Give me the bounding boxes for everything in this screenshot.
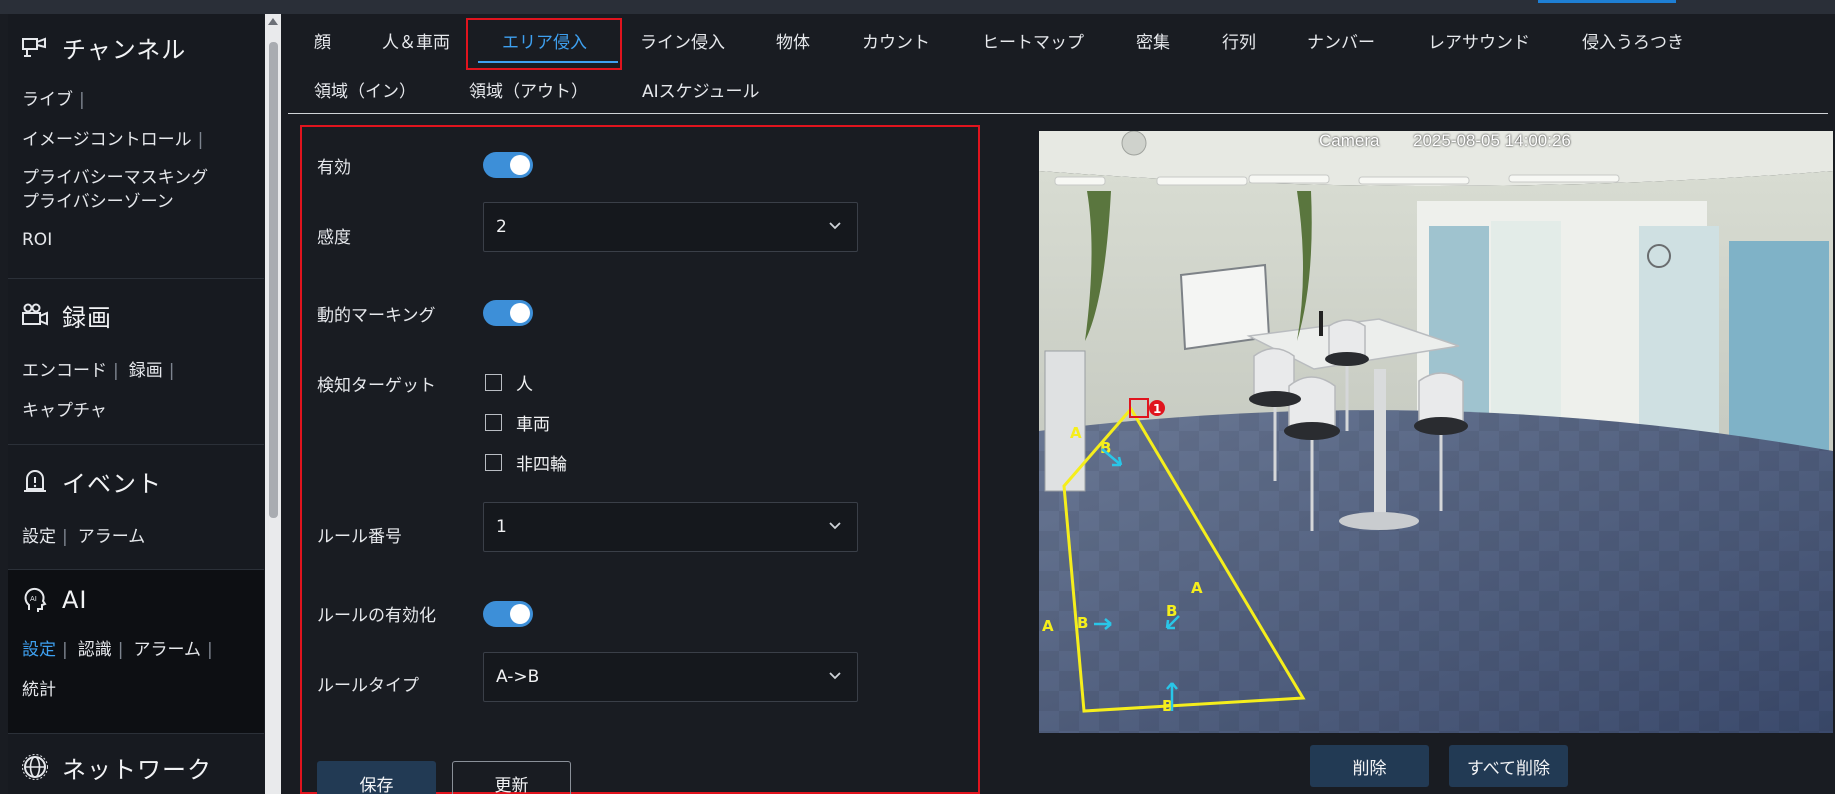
sidebar-item-privacy-zone[interactable]: プライバシーゾーン [22, 190, 174, 214]
checkbox-box[interactable] [485, 454, 502, 471]
target-non-motor-label: 非四輪 [516, 455, 567, 475]
save-button[interactable]: 保存 [317, 761, 436, 794]
camera-preview[interactable]: 1 A B A B A B B Camera 2025-08-05 14:00:… [1039, 131, 1833, 733]
tab-region-out[interactable]: 領域（アウト） [469, 77, 588, 102]
sensitivity-select[interactable]: 2 [483, 202, 858, 252]
tab-bar: 顔 人＆車両 エリア侵入 ライン侵入 物体 カウント ヒートマップ 密集 行列 … [288, 14, 1828, 114]
sidebar-item-image-control[interactable]: イメージコントロール [22, 120, 192, 160]
sidebar-item-ai-statistics[interactable]: 統計 [22, 670, 56, 710]
sidebar-item-live[interactable]: ライブ [22, 80, 73, 120]
target-vehicle-label: 車両 [516, 415, 550, 435]
svg-text:AI: AI [30, 595, 37, 603]
tab-region-in[interactable]: 領域（イン） [314, 77, 416, 102]
rule-enable-toggle[interactable] [483, 601, 533, 627]
target-person-checkbox[interactable]: 人 [485, 370, 533, 395]
tab-intrusion-loitering[interactable]: 侵入うろつき [1582, 28, 1684, 53]
side-a-label: A [1070, 424, 1082, 442]
video-camera-icon [20, 300, 50, 330]
chevron-down-icon [827, 517, 843, 537]
target-vehicle-checkbox[interactable]: 車両 [485, 410, 550, 435]
checkbox-box[interactable] [485, 414, 502, 431]
side-b-label: B [1077, 614, 1088, 632]
sidebar-item-event-settings[interactable]: 設定 [22, 517, 56, 557]
top-accent [1538, 0, 1676, 3]
scroll-up-arrow-icon[interactable] [268, 18, 278, 25]
tab-queue[interactable]: 行列 [1222, 28, 1256, 53]
sidebar-item-event-alarm[interactable]: アラーム [78, 517, 146, 557]
sidebar-section-channel: チャンネル ライブ | イメージコントロール | プライバシーマスキングプライバシー… [8, 14, 264, 279]
sidebar-section-ai: AI AI 設定 | 認識 | アラーム | 統計 [8, 570, 264, 734]
tab-face[interactable]: 顔 [314, 28, 331, 53]
rule-number-select[interactable]: 1 [483, 502, 858, 552]
sidebar-item-encode[interactable]: エンコード [22, 351, 107, 391]
delete-all-button[interactable]: すべて削除 [1449, 745, 1568, 787]
target-person-label: 人 [516, 375, 533, 395]
camera-scene: 1 A B A B A B B [1039, 131, 1833, 733]
enable-toggle[interactable] [483, 152, 533, 178]
side-a-label: A [1042, 617, 1054, 635]
side-a-label: A [1191, 579, 1203, 597]
sidebar: チャンネル ライブ | イメージコントロール | プライバシーマスキングプライバシー… [8, 14, 264, 794]
chevron-down-icon [827, 217, 843, 237]
sidebar-section-network: ネットワーク [8, 734, 264, 794]
refresh-button[interactable]: 更新 [452, 761, 571, 794]
main-panel: 顔 人＆車両 エリア侵入 ライン侵入 物体 カウント ヒートマップ 密集 行列 … [288, 14, 1835, 794]
detection-target-label: 検知ターゲット [317, 376, 436, 396]
alarm-light-icon [20, 466, 50, 496]
tab-rare-sound[interactable]: レアサウンド [1428, 28, 1530, 53]
sidebar-ai-title: AI [62, 586, 88, 614]
target-non-motor-checkbox[interactable]: 非四輪 [485, 450, 567, 475]
sensitivity-label: 感度 [317, 228, 351, 248]
sidebar-channel-title: チャンネル [62, 35, 187, 64]
tab-line-intrusion[interactable]: ライン侵入 [640, 28, 725, 53]
osd-timestamp: 2025-08-05 14:00:26 [1413, 131, 1571, 150]
dynamic-marking-label: 動的マーキング [317, 306, 436, 326]
sidebar-item-capture[interactable]: キャプチャ [22, 391, 107, 431]
sensitivity-value: 2 [496, 217, 507, 237]
sidebar-item-roi[interactable]: ROI [22, 220, 52, 260]
sidebar-item-privacy-masking[interactable]: プライバシーマスキング [22, 166, 208, 190]
sidebar-item-ai-recognition[interactable]: 認識 [78, 630, 112, 670]
tab-license-plate[interactable]: ナンバー [1307, 28, 1375, 53]
sidebar-item-ai-alarm[interactable]: アラーム [133, 630, 201, 670]
sidebar-item-ai-settings[interactable]: 設定 [22, 630, 56, 670]
osd-camera-name: Camera [1319, 131, 1380, 150]
rule-type-value: A->B [496, 667, 540, 687]
rule-number-value: 1 [496, 517, 507, 537]
sidebar-item-recording[interactable]: 録画 [129, 351, 163, 391]
sidebar-section-event: イベント 設定 | アラーム [8, 445, 264, 570]
top-bar [0, 0, 1835, 14]
tab-object[interactable]: 物体 [776, 28, 810, 53]
sidebar-event-title: イベント [62, 469, 162, 498]
sidebar-network-title[interactable]: ネットワーク [62, 750, 212, 785]
ai-head-icon: AI [20, 585, 50, 615]
checkbox-box[interactable] [485, 374, 502, 391]
delete-button[interactable]: 削除 [1310, 745, 1429, 787]
sidebar-record-title: 録画 [62, 303, 112, 332]
rule-type-label: ルールタイプ [317, 676, 419, 696]
region-number: 1 [1153, 402, 1161, 416]
rule-type-select[interactable]: A->B [483, 652, 858, 702]
highlight-box-tab [466, 18, 622, 70]
camera-channel-icon [20, 32, 50, 62]
enable-label: 有効 [317, 158, 351, 178]
dynamic-marking-toggle[interactable] [483, 300, 533, 326]
rule-enable-label: ルールの有効化 [317, 606, 436, 626]
tab-crowd[interactable]: 密集 [1136, 28, 1170, 53]
sidebar-section-record: 録画 エンコード | 録画 | キャプチャ [8, 279, 264, 445]
rule-number-label: ルール番号 [317, 527, 402, 547]
sidebar-scrollbar-thumb[interactable] [269, 42, 278, 518]
tab-heatmap[interactable]: ヒートマップ [982, 28, 1084, 53]
tab-count[interactable]: カウント [862, 28, 930, 53]
chevron-down-icon [827, 667, 843, 687]
tab-ai-schedule[interactable]: AIスケジュール [642, 77, 759, 102]
settings-form: 有効 感度 2 動的マーキング 検知ターゲット 人 車両 非四輪 ルール番号 1… [300, 125, 980, 794]
tab-person-vehicle[interactable]: 人＆車両 [382, 28, 450, 53]
side-b-label: B [1166, 602, 1177, 620]
globe-icon [20, 752, 50, 782]
